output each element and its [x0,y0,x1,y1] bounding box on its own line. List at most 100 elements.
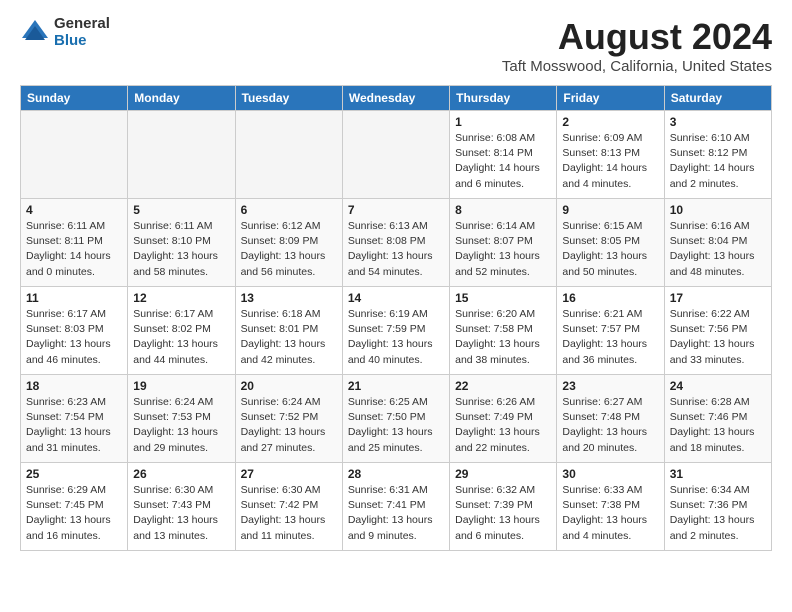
calendar-day-cell: 29 Sunrise: 6:32 AMSunset: 7:39 PMDayligh… [450,463,557,551]
day-info: Sunrise: 6:33 AMSunset: 7:38 PMDaylight:… [562,483,658,544]
day-number: 15 [455,291,551,305]
day-number: 19 [133,379,229,393]
day-number: 4 [26,203,122,217]
calendar-day-cell: 3 Sunrise: 6:10 AMSunset: 8:12 PMDaylight… [664,111,771,199]
day-number: 5 [133,203,229,217]
day-info: Sunrise: 6:20 AMSunset: 7:58 PMDaylight:… [455,307,551,368]
calendar-day-cell: 1 Sunrise: 6:08 AMSunset: 8:14 PMDaylight… [450,111,557,199]
calendar-header-friday: Friday [557,86,664,111]
calendar-day-cell: 27Sunrise: 6:30 AMSunset: 7:42 PMDayligh… [235,463,342,551]
day-info: Sunrise: 6:09 AMSunset: 8:13 PMDaylight:… [562,131,658,192]
calendar-day-cell [235,111,342,199]
logo-text: General Blue [54,16,110,49]
day-number: 3 [670,115,766,129]
day-info: Sunrise: 6:11 AMSunset: 8:11 PMDaylight:… [26,219,122,280]
day-info: Sunrise: 6:11 AMSunset: 8:10 PMDaylight:… [133,219,229,280]
day-info: Sunrise: 6:24 AMSunset: 7:52 PMDaylight:… [241,395,337,456]
day-number: 29 [455,467,551,481]
calendar-day-cell: 24 Sunrise: 6:28 AMSunset: 7:46 PMDayligh… [664,375,771,463]
day-number: 14 [348,291,444,305]
month-title: August 2024 [502,16,772,58]
day-number: 24 [670,379,766,393]
calendar-day-cell: 5 Sunrise: 6:11 AMSunset: 8:10 PMDaylight… [128,199,235,287]
calendar-header-saturday: Saturday [664,86,771,111]
calendar-day-cell: 9 Sunrise: 6:15 AMSunset: 8:05 PMDaylight… [557,199,664,287]
calendar-day-cell [128,111,235,199]
calendar-day-cell: 2 Sunrise: 6:09 AMSunset: 8:13 PMDaylight… [557,111,664,199]
day-number: 8 [455,203,551,217]
calendar-day-cell: 14 Sunrise: 6:19 AMSunset: 7:59 PMDayligh… [342,287,449,375]
day-number: 30 [562,467,658,481]
day-number: 10 [670,203,766,217]
day-info: Sunrise: 6:28 AMSunset: 7:46 PMDaylight:… [670,395,766,456]
calendar-day-cell: 23Sunrise: 6:27 AMSunset: 7:48 PMDayligh… [557,375,664,463]
calendar-table: SundayMondayTuesdayWednesdayThursdayFrid… [20,85,772,551]
calendar-header-sunday: Sunday [21,86,128,111]
calendar-day-cell: 15 Sunrise: 6:20 AMSunset: 7:58 PMDayligh… [450,287,557,375]
day-number: 6 [241,203,337,217]
calendar-header-thursday: Thursday [450,86,557,111]
day-info: Sunrise: 6:12 AMSunset: 8:09 PMDaylight:… [241,219,337,280]
calendar-week-row: 11Sunrise: 6:17 AMSunset: 8:03 PMDayligh… [21,287,772,375]
day-info: Sunrise: 6:24 AMSunset: 7:53 PMDaylight:… [133,395,229,456]
calendar-day-cell: 4 Sunrise: 6:11 AMSunset: 8:11 PMDaylight… [21,199,128,287]
day-info: Sunrise: 6:10 AMSunset: 8:12 PMDaylight:… [670,131,766,192]
day-info: Sunrise: 6:08 AMSunset: 8:14 PMDaylight:… [455,131,551,192]
day-number: 7 [348,203,444,217]
day-info: Sunrise: 6:15 AMSunset: 8:05 PMDaylight:… [562,219,658,280]
day-info: Sunrise: 6:31 AMSunset: 7:41 PMDaylight:… [348,483,444,544]
calendar-week-row: 25 Sunrise: 6:29 AMSunset: 7:45 PMDayligh… [21,463,772,551]
day-number: 26 [133,467,229,481]
header: General Blue August 2024 Taft Mosswood, … [20,16,772,75]
calendar-day-cell: 10 Sunrise: 6:16 AMSunset: 8:04 PMDayligh… [664,199,771,287]
calendar-day-cell: 22Sunrise: 6:26 AMSunset: 7:49 PMDayligh… [450,375,557,463]
calendar-week-row: 18Sunrise: 6:23 AMSunset: 7:54 PMDayligh… [21,375,772,463]
calendar-header-tuesday: Tuesday [235,86,342,111]
calendar-day-cell: 20 Sunrise: 6:24 AMSunset: 7:52 PMDayligh… [235,375,342,463]
day-info: Sunrise: 6:19 AMSunset: 7:59 PMDaylight:… [348,307,444,368]
title-area: August 2024 Taft Mosswood, California, U… [502,16,772,75]
day-info: Sunrise: 6:23 AMSunset: 7:54 PMDaylight:… [26,395,122,456]
day-number: 9 [562,203,658,217]
calendar-header-row: SundayMondayTuesdayWednesdayThursdayFrid… [21,86,772,111]
calendar-day-cell: 19 Sunrise: 6:24 AMSunset: 7:53 PMDayligh… [128,375,235,463]
calendar-day-cell: 31Sunrise: 6:34 AMSunset: 7:36 PMDayligh… [664,463,771,551]
day-number: 2 [562,115,658,129]
calendar-day-cell: 8Sunrise: 6:14 AMSunset: 8:07 PMDaylight… [450,199,557,287]
day-number: 28 [348,467,444,481]
day-number: 22 [455,379,551,393]
day-info: Sunrise: 6:22 AMSunset: 7:56 PMDaylight:… [670,307,766,368]
calendar-day-cell [21,111,128,199]
day-number: 16 [562,291,658,305]
day-number: 23 [562,379,658,393]
logo-icon [20,18,50,48]
day-number: 13 [241,291,337,305]
calendar-day-cell: 12Sunrise: 6:17 AMSunset: 8:02 PMDayligh… [128,287,235,375]
day-info: Sunrise: 6:17 AMSunset: 8:02 PMDaylight:… [133,307,229,368]
location-subtitle: Taft Mosswood, California, United States [502,58,772,75]
calendar-day-cell: 18Sunrise: 6:23 AMSunset: 7:54 PMDayligh… [21,375,128,463]
calendar-day-cell: 21Sunrise: 6:25 AMSunset: 7:50 PMDayligh… [342,375,449,463]
calendar-day-cell: 30 Sunrise: 6:33 AMSunset: 7:38 PMDayligh… [557,463,664,551]
calendar-day-cell [342,111,449,199]
day-info: Sunrise: 6:21 AMSunset: 7:57 PMDaylight:… [562,307,658,368]
logo-blue: Blue [54,33,110,50]
calendar-day-cell: 6 Sunrise: 6:12 AMSunset: 8:09 PMDaylight… [235,199,342,287]
calendar-day-cell: 7Sunrise: 6:13 AMSunset: 8:08 PMDaylight… [342,199,449,287]
day-info: Sunrise: 6:16 AMSunset: 8:04 PMDaylight:… [670,219,766,280]
day-number: 20 [241,379,337,393]
day-number: 25 [26,467,122,481]
calendar-header-wednesday: Wednesday [342,86,449,111]
day-number: 1 [455,115,551,129]
calendar-week-row: 1 Sunrise: 6:08 AMSunset: 8:14 PMDaylight… [21,111,772,199]
calendar-day-cell: 25 Sunrise: 6:29 AMSunset: 7:45 PMDayligh… [21,463,128,551]
day-info: Sunrise: 6:25 AMSunset: 7:50 PMDaylight:… [348,395,444,456]
day-info: Sunrise: 6:32 AMSunset: 7:39 PMDaylight:… [455,483,551,544]
day-number: 31 [670,467,766,481]
logo: General Blue [20,16,110,49]
calendar-day-cell: 13 Sunrise: 6:18 AMSunset: 8:01 PMDayligh… [235,287,342,375]
day-info: Sunrise: 6:30 AMSunset: 7:43 PMDaylight:… [133,483,229,544]
day-info: Sunrise: 6:18 AMSunset: 8:01 PMDaylight:… [241,307,337,368]
calendar-header-monday: Monday [128,86,235,111]
day-info: Sunrise: 6:29 AMSunset: 7:45 PMDaylight:… [26,483,122,544]
